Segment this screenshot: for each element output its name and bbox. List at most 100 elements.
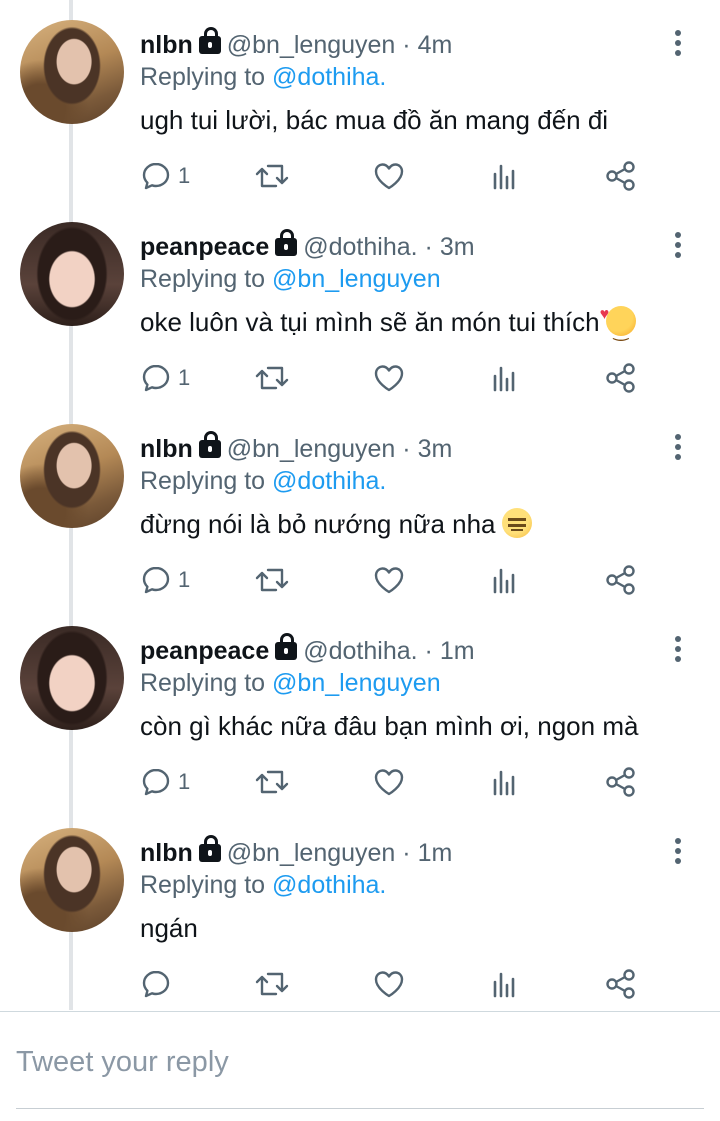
lock-icon — [198, 835, 221, 862]
replying-to: Replying to @bn_lenguyen — [140, 668, 441, 698]
views-button[interactable] — [490, 967, 520, 1001]
share-button[interactable] — [604, 563, 638, 597]
timestamp[interactable]: 1m — [418, 839, 453, 867]
tweet[interactable]: nlbn @bn_lenguyen · 4m Replying to @dothi… — [0, 4, 720, 206]
reply-input[interactable] — [16, 1040, 704, 1084]
avatar[interactable] — [20, 424, 124, 528]
share-button[interactable] — [604, 967, 638, 1001]
more-icon[interactable] — [672, 434, 684, 460]
retweet-icon — [255, 972, 289, 996]
like-button[interactable] — [372, 765, 406, 799]
views-icon — [493, 568, 515, 594]
views-icon — [493, 770, 515, 796]
reply-button[interactable]: 1 — [140, 159, 190, 193]
share-icon — [606, 363, 635, 393]
handle[interactable]: @dothiha. — [303, 233, 417, 261]
like-icon — [374, 567, 404, 594]
reply-button[interactable]: 1 — [140, 765, 190, 799]
display-name[interactable]: nlbn — [140, 839, 193, 867]
timestamp[interactable]: 4m — [418, 31, 453, 59]
retweet-icon — [255, 164, 289, 188]
display-name[interactable]: peanpeace — [140, 233, 269, 261]
action-bar — [140, 967, 660, 1001]
display-name[interactable]: peanpeace — [140, 637, 269, 665]
share-icon — [606, 565, 635, 595]
like-icon — [374, 971, 404, 998]
timestamp[interactable]: 3m — [418, 435, 453, 463]
tweet-text: ngán — [140, 911, 198, 945]
more-icon[interactable] — [672, 232, 684, 258]
handle[interactable]: @bn_lenguyen — [227, 839, 396, 867]
retweet-button[interactable] — [254, 361, 290, 395]
views-icon — [493, 164, 515, 190]
avatar[interactable] — [20, 626, 124, 730]
more-icon[interactable] — [672, 636, 684, 662]
replying-to-label: Replying to — [140, 265, 266, 293]
lock-icon — [198, 431, 221, 458]
avatar[interactable] — [20, 222, 124, 326]
tweet-header: nlbn @bn_lenguyen · 4m — [140, 27, 453, 60]
reply-count: 1 — [178, 567, 191, 592]
tweet[interactable]: peanpeace @dothiha. · 3m Replying to @bn_… — [0, 206, 720, 408]
more-icon[interactable] — [672, 30, 684, 56]
like-button[interactable] — [372, 159, 406, 193]
avatar[interactable] — [20, 20, 124, 124]
like-icon — [374, 365, 404, 392]
reply-icon — [142, 364, 170, 392]
like-button[interactable] — [372, 967, 406, 1001]
replying-to-mention[interactable]: @dothiha. — [272, 871, 386, 899]
handle[interactable]: @bn_lenguyen — [227, 31, 396, 59]
handle[interactable]: @bn_lenguyen — [227, 435, 396, 463]
like-icon — [374, 163, 404, 190]
tweet[interactable]: nlbn @bn_lenguyen · 3m Replying to @dothi… — [0, 408, 720, 610]
share-button[interactable] — [604, 361, 638, 395]
tweet[interactable]: peanpeace @dothiha. · 1m Replying to @bn_… — [0, 610, 720, 812]
separator-dot: · — [424, 233, 433, 261]
reply-button[interactable]: 1 — [140, 361, 190, 395]
retweet-button[interactable] — [254, 967, 290, 1001]
display-name[interactable]: nlbn — [140, 435, 193, 463]
retweet-button[interactable] — [254, 765, 290, 799]
reply-button[interactable]: 1 — [140, 563, 190, 597]
smiling-face-with-hearts-emoji-icon — [600, 298, 636, 348]
retweet-button[interactable] — [254, 159, 290, 193]
replying-to: Replying to @dothiha. — [140, 466, 386, 496]
views-icon — [493, 972, 515, 998]
separator-dot: · — [402, 435, 411, 463]
tweet-text: oke luôn và tụi mình sẽ ăn món tui thích — [140, 298, 636, 348]
expressionless-face-emoji-icon — [501, 508, 532, 538]
views-button[interactable] — [490, 361, 520, 395]
tweet[interactable]: nlbn @bn_lenguyen · 1m Replying to @dothi… — [0, 812, 720, 1014]
tweet-header: nlbn @bn_lenguyen · 1m — [140, 835, 453, 868]
replying-to-label: Replying to — [140, 669, 266, 697]
replying-to-mention[interactable]: @bn_lenguyen — [272, 669, 441, 697]
composer-divider — [0, 1011, 720, 1012]
share-icon — [606, 767, 635, 797]
display-name[interactable]: nlbn — [140, 31, 193, 59]
views-button[interactable] — [490, 765, 520, 799]
views-button[interactable] — [490, 563, 520, 597]
tweet-text-body: đừng nói là bỏ nướng nữa nha — [140, 509, 496, 539]
views-button[interactable] — [490, 159, 520, 193]
retweet-button[interactable] — [254, 563, 290, 597]
tweet-text-body: oke luôn và tụi mình sẽ ăn món tui thích — [140, 307, 600, 337]
like-button[interactable] — [372, 361, 406, 395]
reply-button[interactable] — [140, 967, 178, 1001]
replying-to-mention[interactable]: @dothiha. — [272, 467, 386, 495]
handle[interactable]: @dothiha. — [303, 637, 417, 665]
action-bar: 1 — [140, 765, 660, 799]
replying-to: Replying to @bn_lenguyen — [140, 264, 441, 294]
avatar[interactable] — [20, 828, 124, 932]
tweet-text: ugh tui lười, bác mua đồ ăn mang đến đi — [140, 103, 608, 137]
replying-to-mention[interactable]: @dothiha. — [272, 63, 386, 91]
tweet-header: nlbn @bn_lenguyen · 3m — [140, 431, 453, 464]
action-bar: 1 — [140, 361, 660, 395]
share-button[interactable] — [604, 765, 638, 799]
more-icon[interactable] — [672, 838, 684, 864]
replying-to: Replying to @dothiha. — [140, 870, 386, 900]
replying-to-mention[interactable]: @bn_lenguyen — [272, 265, 441, 293]
timestamp[interactable]: 3m — [440, 233, 475, 261]
like-button[interactable] — [372, 563, 406, 597]
share-button[interactable] — [604, 159, 638, 193]
timestamp[interactable]: 1m — [440, 637, 475, 665]
